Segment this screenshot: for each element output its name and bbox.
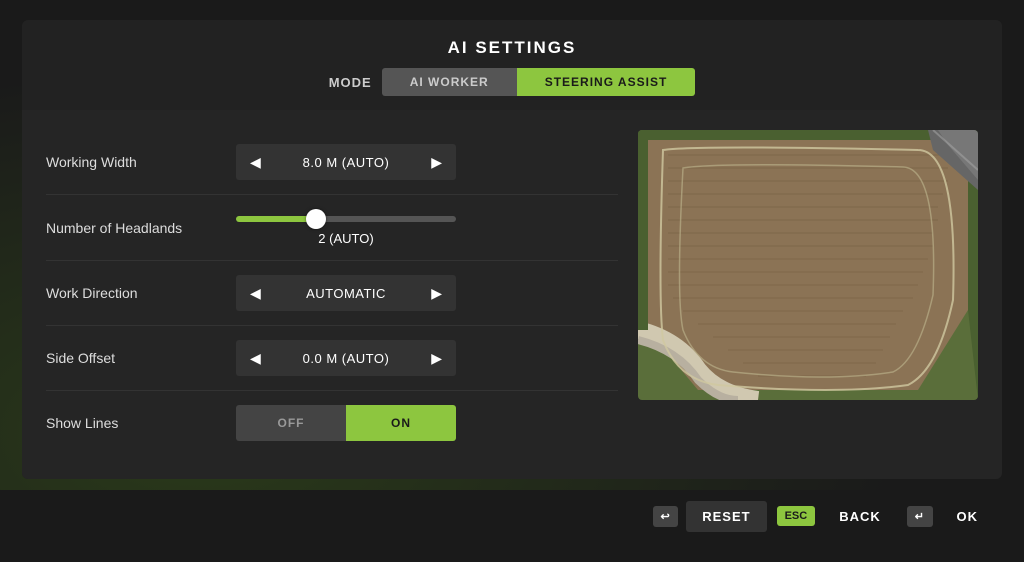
headlands-control: 2 (AUTO) bbox=[236, 209, 618, 246]
show-lines-on[interactable]: ON bbox=[346, 405, 456, 441]
ok-button[interactable]: OK bbox=[941, 501, 995, 532]
work-direction-control: ◀ AUTOMATIC ▶ bbox=[236, 275, 618, 311]
headlands-slider-container bbox=[236, 209, 456, 227]
working-width-next[interactable]: ▶ bbox=[425, 151, 448, 173]
back-button[interactable]: BACK bbox=[823, 501, 897, 532]
side-offset-row: Side Offset ◀ 0.0 M (AUTO) ▶ bbox=[46, 326, 618, 391]
side-offset-value: 0.0 M (AUTO) bbox=[267, 351, 425, 366]
working-width-control: ◀ 8.0 M (AUTO) ▶ bbox=[236, 144, 618, 180]
show-lines-label: Show Lines bbox=[46, 415, 236, 431]
work-direction-next[interactable]: ▶ bbox=[425, 282, 448, 304]
working-width-prev[interactable]: ◀ bbox=[244, 151, 267, 173]
settings-section: Working Width ◀ 8.0 M (AUTO) ▶ Number of… bbox=[46, 130, 618, 455]
main-panel: AI SETTINGS MODE AI WORKER STEERING ASSI… bbox=[22, 20, 1002, 479]
esc-key-icon: ESC bbox=[777, 506, 816, 526]
ok-group: ↵ OK bbox=[907, 501, 994, 532]
working-width-row: Working Width ◀ 8.0 M (AUTO) ▶ bbox=[46, 130, 618, 195]
headlands-label: Number of Headlands bbox=[46, 220, 236, 236]
working-width-value: 8.0 M (AUTO) bbox=[267, 155, 425, 170]
work-direction-selector: ◀ AUTOMATIC ▶ bbox=[236, 275, 456, 311]
show-lines-off[interactable]: OFF bbox=[236, 405, 346, 441]
working-width-label: Working Width bbox=[46, 154, 236, 170]
show-lines-control: OFF ON bbox=[236, 405, 618, 441]
tab-ai-worker[interactable]: AI WORKER bbox=[382, 68, 517, 96]
panel-body: Working Width ◀ 8.0 M (AUTO) ▶ Number of… bbox=[22, 110, 1002, 479]
headlands-value: 2 (AUTO) bbox=[236, 231, 456, 246]
mode-tabs: MODE AI WORKER STEERING ASSIST bbox=[22, 68, 1002, 110]
reset-group: ↩ RESET bbox=[653, 501, 767, 532]
side-offset-label: Side Offset bbox=[46, 350, 236, 366]
panel-title: AI SETTINGS bbox=[448, 38, 577, 57]
map-section bbox=[638, 130, 978, 455]
ok-key-icon: ↵ bbox=[907, 506, 933, 527]
work-direction-value: AUTOMATIC bbox=[267, 286, 425, 301]
side-offset-control: ◀ 0.0 M (AUTO) ▶ bbox=[236, 340, 618, 376]
show-lines-toggle: OFF ON bbox=[236, 405, 456, 441]
headlands-slider[interactable] bbox=[236, 216, 456, 222]
tab-steering-assist[interactable]: STEERING ASSIST bbox=[517, 68, 696, 96]
working-width-selector: ◀ 8.0 M (AUTO) ▶ bbox=[236, 144, 456, 180]
footer-bar: ↩ RESET ESC BACK ↵ OK bbox=[0, 490, 1024, 542]
work-direction-label: Work Direction bbox=[46, 285, 236, 301]
reset-button[interactable]: RESET bbox=[686, 501, 766, 532]
back-group: ESC BACK bbox=[777, 501, 897, 532]
map-svg bbox=[638, 130, 978, 400]
side-offset-next[interactable]: ▶ bbox=[425, 347, 448, 369]
headlands-row: Number of Headlands 2 (AUTO) bbox=[46, 195, 618, 261]
work-direction-row: Work Direction ◀ AUTOMATIC ▶ bbox=[46, 261, 618, 326]
side-offset-selector: ◀ 0.0 M (AUTO) ▶ bbox=[236, 340, 456, 376]
show-lines-row: Show Lines OFF ON bbox=[46, 391, 618, 455]
mode-label: MODE bbox=[329, 75, 372, 90]
work-direction-prev[interactable]: ◀ bbox=[244, 282, 267, 304]
panel-header: AI SETTINGS bbox=[22, 20, 1002, 68]
side-offset-prev[interactable]: ◀ bbox=[244, 347, 267, 369]
reset-key-icon: ↩ bbox=[653, 506, 679, 527]
map-canvas bbox=[638, 130, 978, 400]
